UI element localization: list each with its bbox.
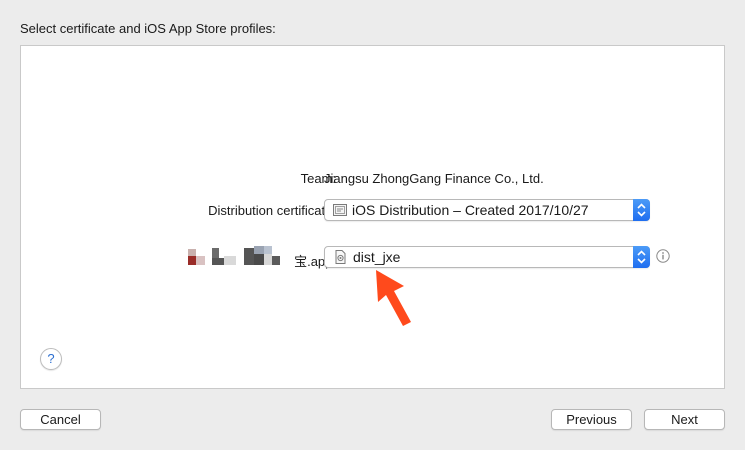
certificate-value: iOS Distribution – Created 2017/10/27 <box>352 202 589 218</box>
certificate-popup[interactable]: iOS Distribution – Created 2017/10/27 <box>324 199 650 221</box>
team-value: Jiangsu ZhongGang Finance Co., Ltd. <box>324 171 544 186</box>
provisioning-profile-icon <box>333 250 347 264</box>
chevron-updown-icon[interactable] <box>633 199 650 221</box>
profile-value: dist_jxe <box>353 249 401 265</box>
help-button[interactable]: ? <box>40 348 62 370</box>
certificate-icon <box>333 203 347 217</box>
next-button[interactable]: Next <box>644 409 725 430</box>
certificate-label: Distribution certificate: <box>208 203 336 218</box>
previous-button[interactable]: Previous <box>551 409 632 430</box>
chevron-updown-icon[interactable] <box>633 246 650 268</box>
cancel-button[interactable]: Cancel <box>20 409 101 430</box>
page-instruction: Select certificate and iOS App Store pro… <box>20 21 276 36</box>
info-icon[interactable] <box>656 249 670 263</box>
annotation-arrow-icon <box>376 270 411 326</box>
